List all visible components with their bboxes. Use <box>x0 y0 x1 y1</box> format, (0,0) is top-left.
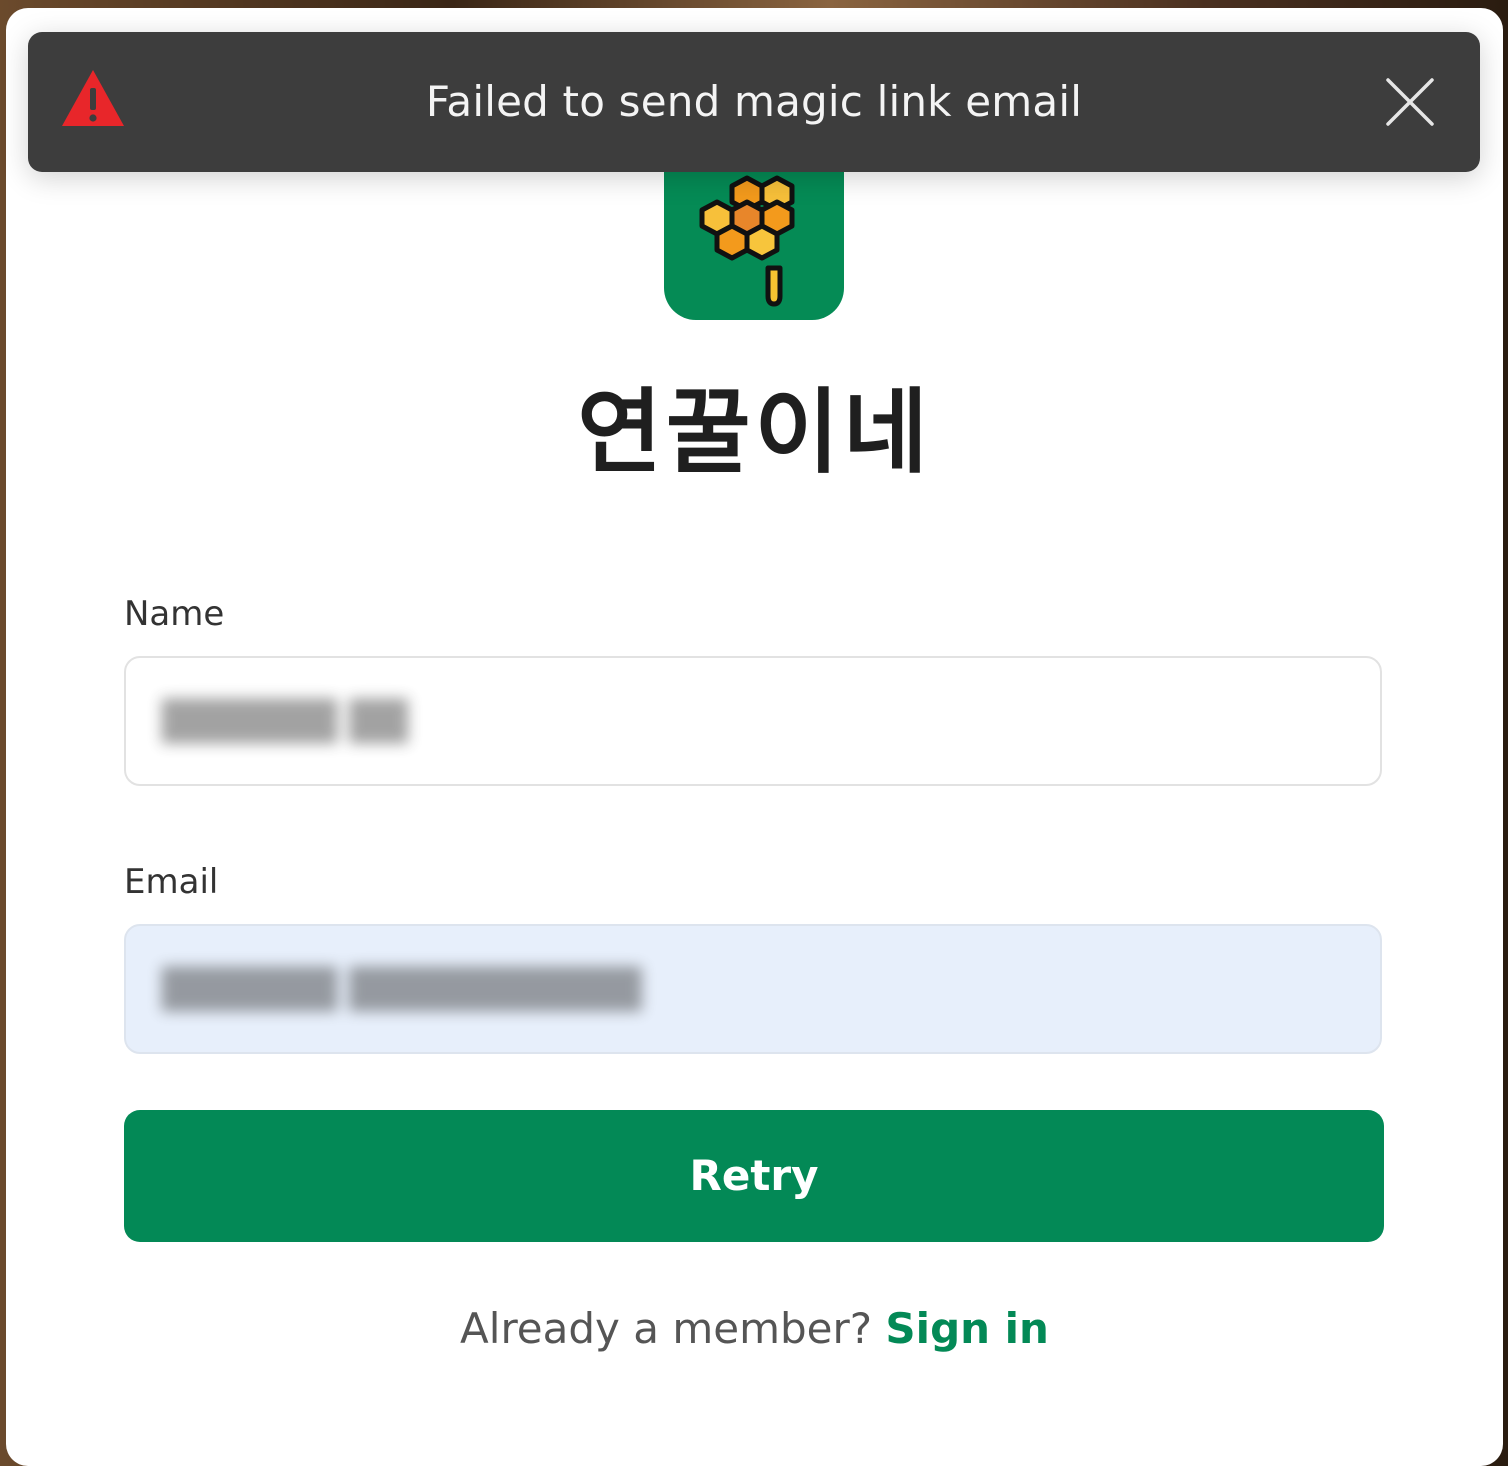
email-value-redacted: ██████ ██████████ <box>162 967 642 1011</box>
signup-modal: 연꿀이네 Name ██████ ██ Email ██████ ███████… <box>6 8 1503 1466</box>
name-value-redacted: ██████ ██ <box>162 699 408 743</box>
toast-message: Failed to send magic link email <box>425 77 1083 126</box>
email-field[interactable]: ██████ ██████████ <box>124 924 1382 1054</box>
app-title: 연꿀이네 <box>577 379 932 486</box>
retry-button[interactable]: Retry <box>124 1110 1384 1242</box>
sign-in-link[interactable]: Sign in <box>885 1304 1049 1353</box>
already-member-text: Already a member? <box>460 1304 873 1353</box>
error-toast: Failed to send magic link email <box>28 32 1480 172</box>
name-field[interactable]: ██████ ██ <box>124 656 1382 786</box>
email-label: Email <box>124 862 219 902</box>
name-label: Name <box>124 594 225 634</box>
signin-prompt: Already a member? Sign in <box>6 1304 1503 1353</box>
close-icon[interactable] <box>1384 76 1436 128</box>
